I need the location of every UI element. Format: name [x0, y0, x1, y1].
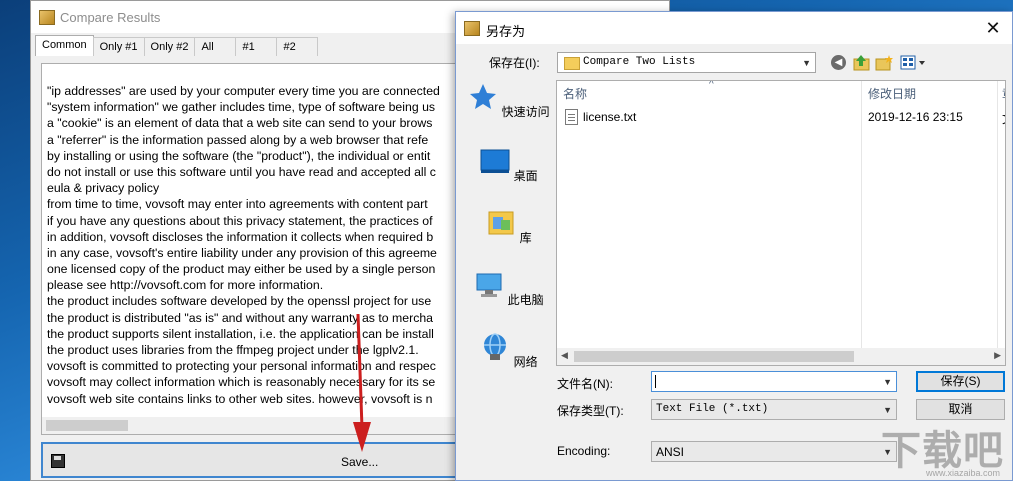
save-in-label: 保存在(I): [489, 56, 540, 70]
encoding-value: ANSI [656, 445, 685, 459]
result-line: a "referrer" is the information passed a… [47, 132, 429, 147]
file-list-horizontal-scrollbar[interactable]: ◀ ▶ [557, 348, 1005, 365]
save-button-label: Save... [341, 455, 379, 469]
scrollbar-thumb[interactable] [46, 420, 128, 431]
result-line: by installing or using the software (the… [47, 148, 431, 163]
encoding-dropdown[interactable]: ANSI ▼ [651, 441, 897, 462]
result-line: do not install or use this software unti… [47, 164, 436, 179]
result-line: if you have any questions about this pri… [47, 213, 433, 228]
result-line: in addition, vovsoft discloses the infor… [47, 229, 434, 244]
back-icon[interactable]: ◀ [831, 55, 846, 70]
place-label: 网络 [513, 355, 538, 369]
place-label: 快速访问 [501, 105, 550, 119]
tab-only-2[interactable]: Only #2 [143, 37, 196, 56]
tab-all[interactable]: All [194, 37, 237, 56]
result-line: the product includes software developed … [47, 294, 432, 309]
encoding-label: Encoding: [557, 444, 611, 458]
up-folder-icon[interactable] [853, 54, 870, 71]
watermark-url: www.xiazaiba.com [925, 468, 1000, 478]
place-quick-access[interactable]: 快速访问 [464, 82, 554, 120]
file-row[interactable]: license.txt 2019-12-16 23:15 文 [557, 107, 1005, 127]
tab-list-2[interactable]: #2 [276, 37, 319, 56]
result-line: "system information" we gather includes … [47, 100, 436, 115]
scroll-left-icon[interactable]: ◀ [561, 350, 568, 361]
window-title: Compare Results [60, 10, 161, 25]
text-caret [655, 375, 656, 388]
filetype-value: Text File (*.txt) [656, 403, 769, 415]
place-libraries[interactable]: 库 [464, 208, 554, 246]
chevron-down-icon[interactable]: ▼ [883, 377, 892, 387]
result-line: vovsoft web site contains links to other… [47, 391, 433, 406]
chevron-down-icon: ▼ [883, 405, 892, 415]
result-line: eula & privacy policy [47, 181, 160, 196]
place-desktop[interactable]: 桌面 [464, 146, 554, 184]
filename-label: 文件名(N): [557, 377, 613, 391]
result-line: please see http://vovsoft.com for more i… [47, 278, 324, 293]
file-type: 文 [1002, 110, 1005, 127]
desktop-icon [480, 149, 510, 173]
tab-only-1[interactable]: Only #1 [92, 37, 145, 56]
dialog-titlebar: 另存为 ✕ [456, 12, 1012, 44]
app-icon [464, 21, 480, 36]
save-in-dropdown[interactable]: Compare Two Lists ▼ [557, 52, 816, 73]
sort-arrow-icon: ^ [709, 80, 714, 90]
places-bar: 快速访问 桌面 库 此电脑 网络 [464, 80, 554, 410]
column-header-name[interactable]: 名称 [563, 85, 587, 102]
text-file-icon [565, 109, 578, 125]
chevron-down-icon: ▼ [802, 58, 811, 68]
place-label: 此电脑 [507, 293, 544, 307]
result-line: the product is distributed "as is" and w… [47, 310, 434, 325]
column-header-type[interactable]: 章 [1002, 85, 1005, 102]
dialog-cancel-button[interactable]: 取消 [916, 399, 1005, 420]
result-line: vovsoft may collect information which is… [47, 375, 436, 390]
file-list[interactable]: 名称 ^ 修改日期 章 license.txt 2019-12-16 23:15… [556, 80, 1006, 366]
place-label: 库 [519, 231, 532, 245]
results-text: "ip addresses" are used by your computer… [47, 83, 440, 407]
result-line: a "cookie" is an element of data that a … [47, 116, 433, 131]
folder-icon [564, 57, 580, 70]
filetype-dropdown[interactable]: Text File (*.txt) ▼ [651, 399, 897, 420]
app-icon [39, 10, 55, 25]
result-line: in any case, vovsoft's entire liability … [47, 245, 437, 260]
place-label: 桌面 [513, 169, 538, 183]
save-as-dialog: 另存为 ✕ 保存在(I): Compare Two Lists ▼ ◀ 快速访问 [455, 11, 1013, 481]
result-line: one licensed copy of the product may eit… [47, 262, 436, 277]
result-line: "ip addresses" are used by your computer… [47, 84, 440, 98]
file-modified: 2019-12-16 23:15 [868, 110, 963, 124]
library-icon [488, 211, 514, 235]
result-line: vovsoft is committed to protecting your … [47, 359, 436, 374]
tab-common[interactable]: Common [35, 35, 94, 56]
file-name: license.txt [583, 110, 637, 124]
filetype-label: 保存类型(T): [557, 404, 624, 418]
close-icon[interactable]: ✕ [982, 17, 1004, 39]
network-icon [484, 333, 507, 360]
result-line: from time to time, vovsoft may enter int… [47, 197, 428, 212]
dialog-save-button[interactable]: 保存(S) [916, 371, 1005, 392]
view-menu-icon[interactable] [900, 54, 930, 71]
new-folder-icon[interactable] [875, 54, 893, 71]
result-line: the product uses libraries from the ffmp… [47, 343, 419, 357]
tab-list-1[interactable]: #1 [235, 37, 278, 56]
computer-icon [476, 273, 502, 297]
scroll-right-icon[interactable]: ▶ [994, 350, 1001, 361]
place-network[interactable]: 网络 [464, 332, 554, 370]
scrollbar-thumb[interactable] [574, 351, 854, 362]
red-arrow-annotation [353, 313, 371, 452]
result-tabs: Common Only #1 Only #2 All #1 #2 [35, 35, 319, 57]
star-icon [470, 84, 497, 109]
column-header-modified[interactable]: 修改日期 [868, 85, 916, 102]
dialog-title: 另存为 [486, 24, 526, 39]
floppy-disk-icon [51, 454, 65, 468]
save-in-value: Compare Two Lists [583, 56, 696, 68]
filename-input[interactable]: ▼ [651, 371, 897, 392]
place-this-pc[interactable]: 此电脑 [464, 270, 554, 308]
result-line: the product supports silent installation… [47, 326, 434, 341]
